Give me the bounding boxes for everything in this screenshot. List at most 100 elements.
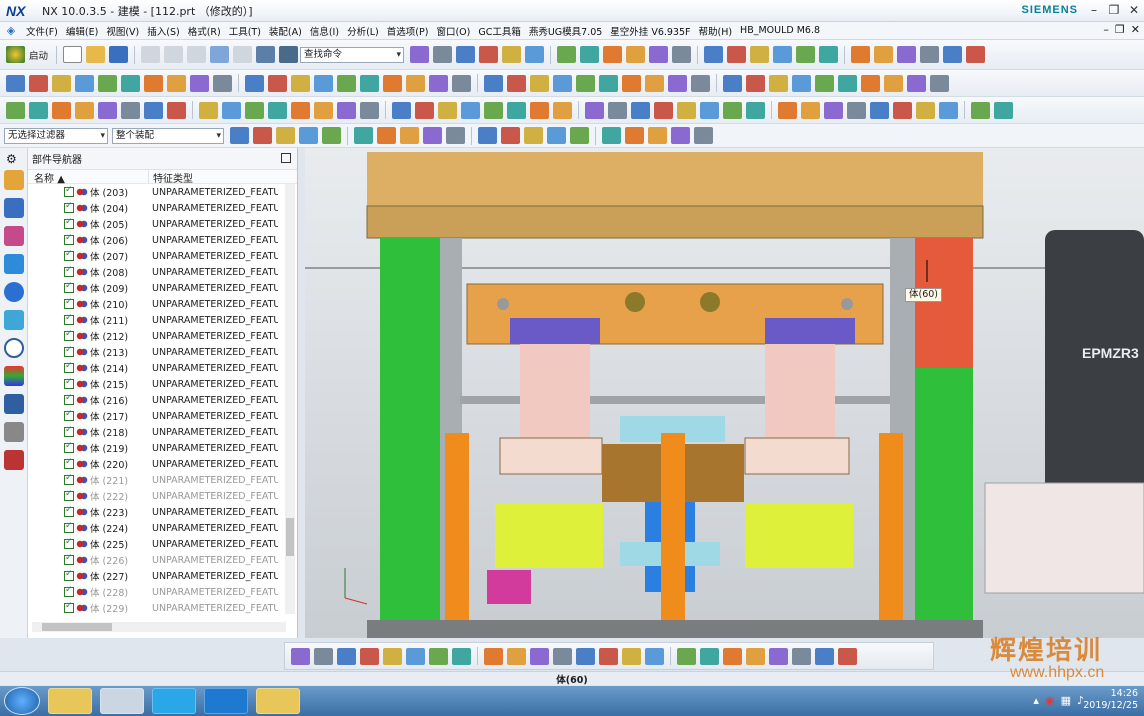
command-icon[interactable] (576, 647, 595, 665)
command-icon[interactable] (819, 45, 839, 63)
visibility-checkbox[interactable] (64, 553, 74, 565)
command-icon[interactable] (190, 74, 209, 92)
doc-minimize-icon[interactable]: – (1103, 23, 1109, 36)
menu-item[interactable]: 装配(A) (265, 24, 306, 38)
table-row[interactable]: 体 (216) UNPARAMETERIZED_FEATU (28, 392, 297, 408)
visibility-checkbox[interactable] (64, 537, 74, 549)
menu-item[interactable]: 首选项(P) (383, 24, 433, 38)
spindle-left[interactable] (520, 344, 590, 438)
cut-icon[interactable] (141, 46, 161, 63)
command-icon[interactable] (6, 74, 25, 92)
visibility-checkbox[interactable] (64, 185, 74, 197)
visibility-checkbox[interactable] (64, 377, 74, 389)
command-icon[interactable] (377, 127, 396, 144)
command-icon[interactable] (502, 45, 522, 63)
command-icon[interactable] (29, 101, 48, 119)
command-icon[interactable] (907, 74, 926, 92)
close-button[interactable]: ✕ (1124, 0, 1144, 20)
command-icon[interactable] (649, 45, 669, 63)
history-icon[interactable] (4, 310, 24, 330)
command-icon[interactable] (484, 74, 503, 92)
command-icon[interactable] (631, 101, 650, 119)
command-icon[interactable] (851, 45, 871, 63)
command-icon[interactable] (700, 101, 719, 119)
visibility-checkbox[interactable] (64, 505, 74, 517)
command-icon[interactable] (773, 45, 793, 63)
command-icon[interactable] (291, 101, 310, 119)
tray-record-icon[interactable]: ◉ (1045, 694, 1055, 707)
command-icon[interactable] (253, 127, 272, 144)
menu-item[interactable]: 信息(I) (306, 24, 343, 38)
command-icon[interactable] (213, 74, 232, 92)
command-icon[interactable] (599, 647, 618, 665)
command-icon[interactable] (576, 74, 595, 92)
column-name-header[interactable]: 名称 ▲ (28, 170, 148, 185)
visibility-checkbox[interactable] (64, 585, 74, 597)
start-button[interactable] (4, 687, 40, 715)
visibility-checkbox[interactable] (64, 393, 74, 405)
cavity-plate[interactable] (366, 205, 984, 239)
column-type-header[interactable]: 特征类型 (148, 170, 297, 185)
command-icon[interactable] (52, 101, 71, 119)
table-row[interactable]: 体 (209) UNPARAMETERIZED_FEATU (28, 280, 297, 296)
command-icon[interactable] (645, 647, 664, 665)
command-icon[interactable] (672, 45, 692, 63)
command-icon[interactable] (456, 45, 476, 63)
motor-mount[interactable] (984, 482, 1144, 594)
table-row[interactable]: 体 (208) UNPARAMETERIZED_FEATU (28, 264, 297, 280)
table-row[interactable]: 体 (225) UNPARAMETERIZED_FEATU (28, 536, 297, 552)
visibility-checkbox[interactable] (64, 489, 74, 501)
command-icon[interactable] (429, 647, 448, 665)
command-icon[interactable] (360, 647, 379, 665)
visibility-checkbox[interactable] (64, 329, 74, 341)
visibility-checkbox[interactable] (64, 345, 74, 357)
command-icon[interactable] (383, 647, 402, 665)
table-row[interactable]: 体 (222) UNPARAMETERIZED_FEATU (28, 488, 297, 504)
menu-item[interactable]: 燕秀UG模具7.05 (525, 24, 606, 38)
command-icon[interactable] (400, 127, 419, 144)
command-icon[interactable] (360, 101, 379, 119)
command-icon[interactable] (314, 647, 333, 665)
assembly-navigator-icon[interactable] (4, 170, 24, 190)
command-icon[interactable] (723, 74, 742, 92)
command-icon[interactable] (723, 101, 742, 119)
menu-item[interactable]: 编辑(E) (62, 24, 102, 38)
command-icon[interactable] (603, 45, 623, 63)
command-icon[interactable] (870, 101, 889, 119)
command-icon[interactable] (801, 101, 820, 119)
album-icon[interactable] (4, 450, 24, 470)
command-icon[interactable] (861, 74, 880, 92)
table-row[interactable]: 体 (215) UNPARAMETERIZED_FEATU (28, 376, 297, 392)
table-row[interactable]: 体 (217) UNPARAMETERIZED_FEATU (28, 408, 297, 424)
command-icon[interactable] (648, 127, 667, 144)
command-icon[interactable] (446, 127, 465, 144)
menu-item[interactable]: 视图(V) (102, 24, 143, 38)
table-row[interactable]: 体 (205) UNPARAMETERIZED_FEATU (28, 216, 297, 232)
visibility-checkbox[interactable] (64, 441, 74, 453)
menu-item[interactable]: 窗口(O) (432, 24, 474, 38)
command-icon[interactable] (167, 74, 186, 92)
command-icon[interactable] (727, 45, 747, 63)
command-icon[interactable] (966, 45, 986, 63)
command-icon[interactable] (645, 74, 664, 92)
table-row[interactable]: 体 (213) UNPARAMETERIZED_FEATU (28, 344, 297, 360)
visibility-checkbox[interactable] (64, 473, 74, 485)
doc-close-icon[interactable]: ✕ (1131, 23, 1140, 36)
command-icon[interactable] (704, 45, 724, 63)
command-icon[interactable] (337, 74, 356, 92)
visibility-checkbox[interactable] (64, 361, 74, 373)
command-finder-input[interactable]: 查找命令 (300, 46, 405, 63)
command-icon[interactable] (557, 45, 577, 63)
bearing-block-left[interactable] (495, 504, 603, 568)
command-icon[interactable] (943, 45, 963, 63)
command-icon[interactable] (406, 647, 425, 665)
command-icon[interactable] (199, 101, 218, 119)
command-icon[interactable] (599, 74, 618, 92)
menu-item[interactable]: 星空外挂 V6.935F (606, 24, 694, 38)
command-icon[interactable] (530, 74, 549, 92)
menu-item[interactable]: 格式(R) (184, 24, 225, 38)
command-icon[interactable] (360, 74, 379, 92)
table-row[interactable]: 体 (219) UNPARAMETERIZED_FEATU (28, 440, 297, 456)
table-row[interactable]: 体 (210) UNPARAMETERIZED_FEATU (28, 296, 297, 312)
part-navigator-icon[interactable] (4, 226, 24, 246)
